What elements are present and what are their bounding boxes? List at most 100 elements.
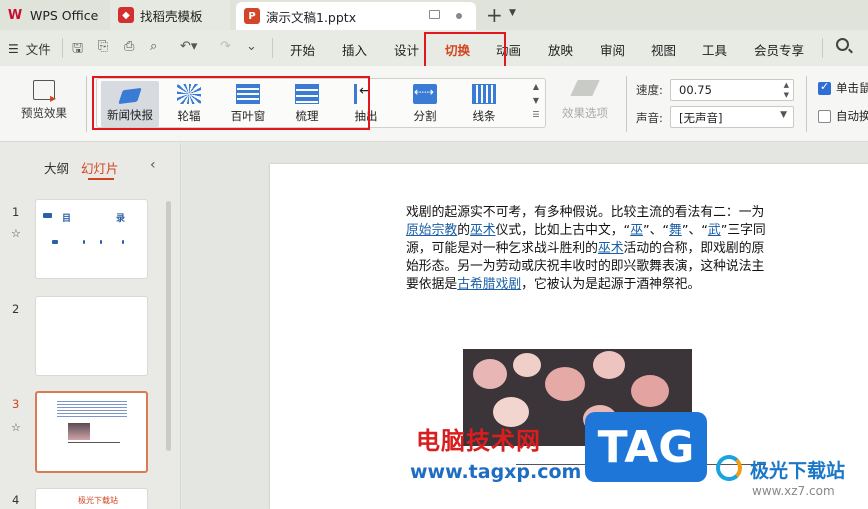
chevron-down-icon[interactable]: ▼: [530, 94, 542, 108]
tab-insert[interactable]: 插入: [342, 40, 367, 59]
text-run: 仪式，比如上古中文，“: [495, 223, 631, 238]
window-tab-bar: W WPS Office ◆ 找稻壳模板 P 演示文稿1.pptx + ▼: [0, 0, 868, 30]
speed-label: 速度:: [636, 83, 663, 97]
thumb-image: [68, 423, 90, 440]
slide-thumbnail-4[interactable]: 极光下载站: [35, 488, 148, 509]
tab-slides[interactable]: 幻灯片: [81, 158, 119, 177]
tab-document[interactable]: P 演示文稿1.pptx: [236, 2, 476, 30]
watermark-url: www.tagxp.com: [410, 461, 582, 483]
lines-icon: [472, 84, 496, 104]
star-icon[interactable]: ☆: [11, 421, 21, 434]
thumb-decoration: [52, 240, 58, 244]
preview-effect-button[interactable]: 预览效果: [12, 80, 76, 121]
tab-member[interactable]: 会员专享: [754, 40, 804, 59]
tab-tools[interactable]: 工具: [702, 40, 727, 59]
aurora-logo-icon: [716, 455, 742, 481]
thumb-decoration: [83, 240, 85, 244]
watermark-site-name: 电脑技术网: [416, 427, 541, 455]
search-icon[interactable]: [836, 38, 849, 51]
gallery-scroll[interactable]: ▲ ▼ ☰: [530, 80, 542, 122]
tab-outline[interactable]: 大纲: [44, 158, 69, 177]
slide-number: 4: [12, 493, 20, 507]
tab-template-label: 找稻壳模板: [140, 8, 203, 24]
tab-wps-office[interactable]: W WPS Office: [6, 0, 104, 30]
transition-label: 分割: [413, 109, 437, 123]
slide-panel: 大纲 幻灯片 ‹ 1 ☆ 目 录 2 3 ☆ 4 极光下载站: [0, 143, 181, 509]
undo-icon[interactable]: ↶▾: [180, 39, 197, 54]
presentation-file-icon: P: [244, 8, 260, 24]
sound-label: 声音:: [636, 111, 663, 125]
sound-select[interactable]: [无声音] ▼: [670, 106, 794, 128]
panel-scrollbar[interactable]: [166, 201, 171, 451]
thumb-title: 极光下载站: [78, 496, 118, 505]
file-menu[interactable]: ☰ 文件: [8, 39, 51, 58]
on-click-label: 单击鼠: [836, 81, 868, 95]
divider: [806, 76, 807, 132]
thumb-text-lines: [57, 401, 127, 419]
print-icon[interactable]: ⎙: [124, 39, 134, 54]
slides-tab-underline: [88, 178, 114, 180]
tab-home[interactable]: 开始: [290, 40, 315, 59]
slide-body-text[interactable]: 戏剧的起源实不可考，有多种假说。比较主流的看法有二：一为原始宗教的巫术仪式，比如…: [406, 204, 771, 294]
divider: [86, 76, 87, 132]
transition-lines[interactable]: 线条: [455, 81, 513, 127]
slide-thumbnail-3[interactable]: [35, 391, 148, 473]
hyperlink[interactable]: 古希腊戏剧: [457, 277, 521, 292]
transition-split[interactable]: 分割: [396, 81, 454, 127]
text-run: 戏剧的起源实不可考，有多种假说。比较主流的看法有二：一为: [406, 205, 765, 220]
thumb-decoration: [100, 240, 102, 244]
monitor-icon[interactable]: [429, 10, 440, 19]
gallery-expand-icon[interactable]: ☰: [530, 108, 542, 122]
save-icon[interactable]: 🖫: [72, 39, 83, 61]
divider: [822, 38, 823, 58]
rose-shape: [545, 367, 585, 401]
chevron-up-icon[interactable]: ▲: [530, 80, 542, 94]
chevron-down-icon[interactable]: ▼: [509, 8, 516, 18]
auto-advance-checkbox[interactable]: [818, 110, 831, 123]
speed-value: 00.75: [679, 83, 712, 97]
on-click-checkbox[interactable]: [818, 80, 831, 95]
slide-thumbnail-1[interactable]: 目 录: [35, 199, 148, 279]
export-icon[interactable]: ⎘: [98, 39, 108, 54]
effect-options-icon: [570, 80, 600, 96]
chevron-down-icon: ▼: [780, 110, 787, 120]
tab-view[interactable]: 视图: [651, 40, 676, 59]
text-run: ，它被认为是起源于酒神祭祀。: [521, 277, 701, 292]
hyperlink[interactable]: 巫: [630, 223, 643, 238]
tab-document-label: 演示文稿1.pptx: [266, 9, 357, 25]
new-tab-plus-icon[interactable]: +: [486, 3, 503, 27]
divider: [272, 38, 273, 58]
star-icon[interactable]: ☆: [11, 227, 21, 240]
thumb-decoration: [43, 213, 52, 218]
watermark-tag-badge: TAG: [585, 412, 707, 482]
collapse-chevron-icon[interactable]: ‹: [150, 157, 156, 173]
highlight-box-transition-tab: [424, 32, 506, 70]
text-run: ”、“: [642, 223, 670, 238]
hyperlink[interactable]: 巫术: [470, 223, 496, 238]
hyperlink[interactable]: 巫术: [598, 241, 624, 256]
auto-advance-label: 自动换: [836, 109, 868, 123]
print-preview-icon[interactable]: ⌕: [150, 39, 157, 54]
tab-design[interactable]: 设计: [394, 40, 419, 59]
hyperlink[interactable]: 原始宗教: [406, 223, 457, 238]
effect-options-button[interactable]: 效果选项: [552, 80, 618, 121]
tab-review[interactable]: 审阅: [600, 40, 625, 59]
hyperlink[interactable]: 武: [708, 223, 721, 238]
tab-slideshow[interactable]: 放映: [548, 40, 573, 59]
rose-shape: [513, 353, 541, 377]
spinner-icon[interactable]: ▲ ▼: [784, 80, 789, 100]
tab-template[interactable]: ◆ 找稻壳模板: [110, 0, 230, 30]
unsaved-dot-icon[interactable]: [456, 13, 462, 19]
thumb-title: 录: [116, 214, 126, 224]
watermark-logo-url: www.xz7.com: [752, 484, 835, 498]
redo-icon[interactable]: ↷: [220, 39, 231, 54]
speed-stepper[interactable]: 00.75 ▲ ▼: [670, 79, 794, 101]
effect-options-label: 效果选项: [562, 106, 608, 120]
rose-shape: [473, 359, 507, 389]
split-icon: [413, 84, 437, 104]
template-icon: ◆: [118, 7, 134, 23]
slide-thumbnail-2[interactable]: [35, 296, 148, 376]
wps-logo-icon: W: [7, 7, 23, 23]
hyperlink[interactable]: 舞: [669, 223, 682, 238]
more-chevron-icon[interactable]: ⌄: [246, 39, 257, 54]
